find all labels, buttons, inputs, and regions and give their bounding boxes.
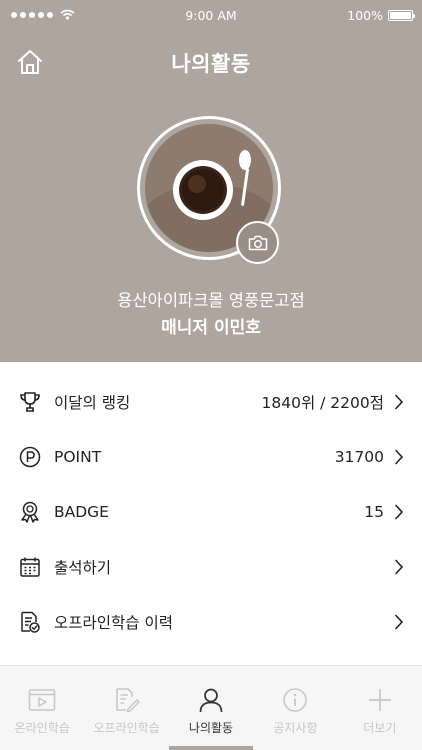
battery-status: 100% (347, 8, 415, 23)
battery-icon (388, 10, 415, 21)
menu-item-label: 오프라인학습 이력 (54, 613, 174, 632)
tab-label: 나의활동 (188, 721, 234, 735)
activity-menu: 이달의 랭킹 1840위 / 2200점 POINT 31700 BADGE 1… (0, 374, 422, 649)
bottom-tab-bar: 온라인학습 오프라인학습 나의활동 공지사항 더보기 (0, 665, 422, 750)
store-name: 용산아이파크몰 영풍문고점 (117, 291, 305, 310)
menu-item-label: BADGE (54, 502, 109, 521)
menu-item-point[interactable]: POINT 31700 (0, 429, 422, 484)
menu-item-label: 이달의 랭킹 (54, 393, 131, 412)
menu-item-badge[interactable]: BADGE 15 (0, 484, 422, 539)
edit-document-icon (112, 686, 142, 714)
profile-avatar (137, 116, 281, 264)
battery-percent: 100% (347, 8, 383, 23)
profile-header: 9:00 AM 100% 나의활동 용산아이파크몰 영풍문고점 매니저 이민호 (0, 0, 422, 362)
person-icon (196, 686, 226, 714)
tab-label: 오프라인학습 (93, 721, 160, 735)
menu-item-ranking[interactable]: 이달의 랭킹 1840위 / 2200점 (0, 374, 422, 429)
document-check-icon (18, 610, 42, 634)
tab-online-learning[interactable]: 온라인학습 (0, 666, 84, 750)
trophy-icon (18, 390, 42, 414)
page-title: 나의활동 (171, 52, 251, 76)
chevron-right-icon (395, 559, 404, 574)
plus-icon (365, 686, 395, 714)
status-bar: 9:00 AM 100% (0, 0, 422, 30)
point-icon (18, 445, 42, 469)
menu-item-attendance[interactable]: 출석하기 (0, 539, 422, 594)
menu-item-label: 출석하기 (54, 558, 112, 577)
change-photo-button[interactable] (236, 221, 279, 264)
tab-offline-learning[interactable]: 오프라인학습 (84, 666, 168, 750)
badge-icon (18, 500, 42, 524)
chevron-right-icon (395, 394, 404, 409)
chevron-right-icon (395, 449, 404, 464)
info-icon (280, 686, 310, 714)
tab-label: 더보기 (363, 721, 397, 735)
menu-item-value: 31700 (334, 447, 384, 466)
video-icon (27, 686, 57, 714)
menu-item-label: POINT (54, 447, 102, 466)
chevron-right-icon (395, 504, 404, 519)
tab-my-activity[interactable]: 나의활동 (168, 666, 254, 750)
menu-item-value: 15 (364, 502, 384, 521)
camera-icon (248, 235, 267, 250)
menu-item-value: 1840위 / 2200점 (261, 393, 385, 412)
menu-item-offline-history[interactable]: 오프라인학습 이력 (0, 594, 422, 649)
calendar-icon (18, 555, 42, 579)
tab-label: 공지사항 (273, 721, 318, 735)
tab-more[interactable]: 더보기 (338, 666, 422, 750)
tab-label: 온라인학습 (14, 721, 70, 735)
chevron-right-icon (395, 614, 404, 629)
tab-notice[interactable]: 공지사항 (253, 666, 337, 750)
active-tab-indicator (168, 746, 254, 750)
user-name: 매니저 이민호 (161, 318, 261, 338)
